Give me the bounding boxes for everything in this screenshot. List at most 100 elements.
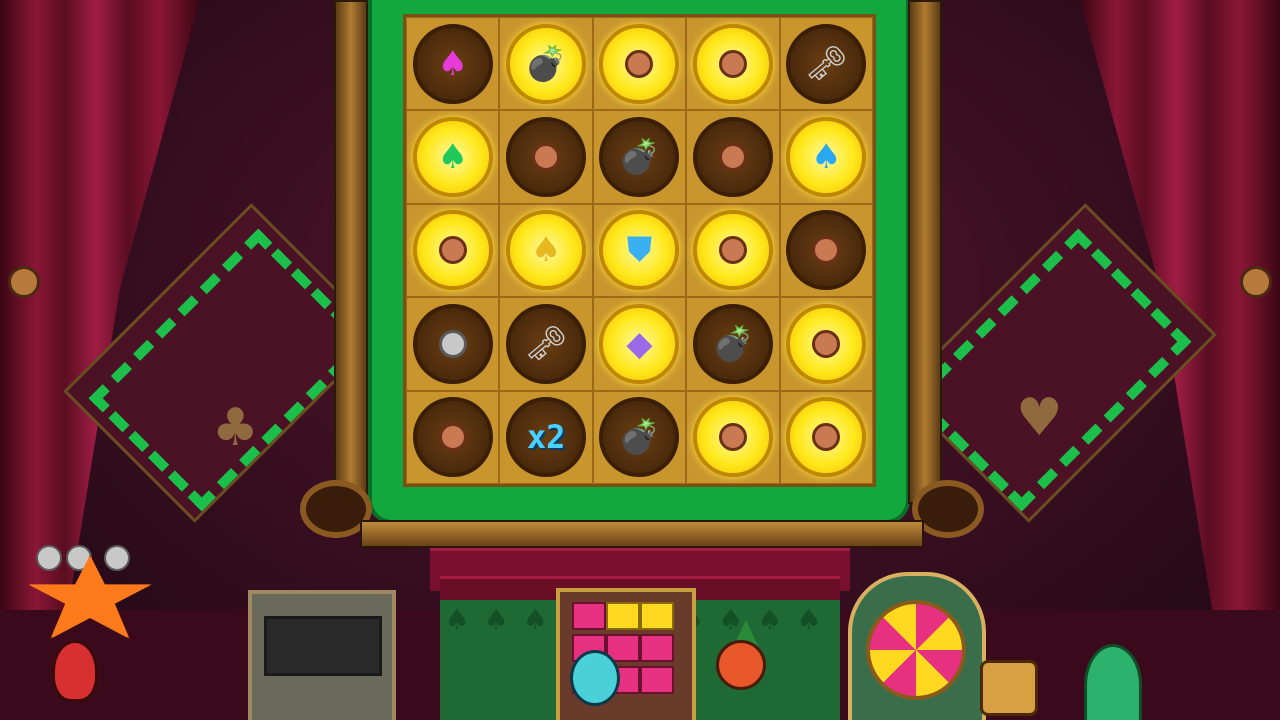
copper-coin-icon	[812, 236, 841, 265]
board-cell	[686, 390, 780, 484]
board-cell	[686, 203, 780, 298]
board-cell: 💣	[499, 17, 593, 111]
dark-coin-slot: x2	[506, 397, 587, 478]
lit-coin-slot: 💣	[506, 23, 587, 104]
copper-coin-icon	[718, 236, 747, 265]
prize-wheel	[866, 600, 966, 700]
lit-coin-slot: ♠	[506, 210, 587, 291]
pillar-left	[334, 0, 368, 504]
green-stripe-left	[88, 228, 372, 512]
copper-coin-icon	[718, 423, 747, 452]
lit-coin-slot: ♠	[412, 117, 493, 198]
grid-game-machine[interactable]	[556, 588, 696, 720]
copper-coin-icon	[438, 423, 467, 452]
copper-coin-icon	[438, 236, 467, 265]
board-cell	[406, 203, 500, 298]
curtain-tieback-right	[1240, 266, 1272, 298]
board-cell	[592, 17, 687, 111]
board-cell: 💣	[592, 110, 687, 204]
grid-machine-cell	[640, 666, 674, 694]
ghost-npc[interactable]	[1084, 644, 1142, 720]
badge-bulb-icon	[104, 545, 130, 571]
club-decor-icon: ♣	[212, 398, 259, 458]
lit-coin-slot	[692, 397, 773, 478]
dark-coin-slot: 🗝	[506, 303, 587, 384]
spade-icon: ♠	[437, 43, 468, 84]
grenade-icon: 💣	[618, 417, 661, 458]
spade-icon: ♠	[811, 137, 842, 178]
board-cell: 🗝	[499, 297, 593, 391]
copper-coin-icon	[812, 329, 841, 358]
board-cell: 💣	[686, 297, 780, 391]
crystal-icon: ◆	[626, 323, 653, 364]
grenade-icon: 💣	[711, 323, 755, 364]
grid-machine-cell	[640, 634, 674, 662]
lit-coin-slot	[786, 303, 867, 384]
dark-coin-slot: 🗝	[786, 23, 867, 104]
copper-coin-icon	[625, 49, 654, 78]
casino-stage: ♣ ♥ ♠💣🗝♠💣♠♠⛊🗝◆💣x2💣 ♠♠♠♠♠♠♠♠♠♠	[0, 0, 1280, 720]
dark-coin-slot: ♠	[412, 23, 493, 104]
lit-coin-slot	[786, 397, 867, 478]
lit-coin-slot: ◆	[599, 303, 680, 384]
board-cell	[686, 110, 780, 204]
silver-coin-icon	[438, 329, 467, 358]
player-character	[570, 650, 620, 706]
board-cell: ⛊	[592, 203, 687, 298]
dark-coin-slot: 💣	[599, 117, 680, 198]
curtain-tieback-left	[8, 266, 40, 298]
slot-board-grid: ♠ 💣 🗝 ♠ 💣 ♠ ♠ ⛊ 🗝 ◆ 💣 x2 💣	[403, 14, 876, 487]
grenade-icon: 💣	[524, 43, 568, 84]
dark-coin-slot	[692, 117, 773, 198]
board-cell: ♠	[406, 17, 500, 111]
board-base	[360, 520, 924, 548]
multiplier-label: x2	[526, 418, 566, 457]
dark-coin-slot: 💣	[599, 397, 680, 478]
pumpkin-witch-npc[interactable]	[716, 640, 766, 690]
board-cell	[779, 203, 873, 298]
spade-icon: ♠	[437, 137, 468, 178]
board-cell: ♠	[406, 110, 500, 204]
board-cell	[779, 297, 873, 391]
grenade-icon: 💣	[618, 137, 661, 178]
badge-bulb-icon	[36, 545, 62, 571]
copper-coin-icon	[718, 49, 747, 78]
grid-machine-cell	[572, 602, 606, 630]
spade-icon: ♠	[530, 230, 562, 271]
board-cell: ♠	[499, 203, 593, 298]
prize-wheel-machine[interactable]	[848, 572, 986, 720]
shield-icon: ⛊	[626, 230, 653, 271]
copper-coin-icon	[718, 143, 747, 172]
dark-coin-slot	[412, 303, 493, 384]
board-cell: x2	[499, 390, 593, 484]
dark-coin-slot: 💣	[692, 303, 773, 384]
board-cell	[499, 110, 593, 204]
board-cell: ♠	[779, 110, 873, 204]
board-cell	[686, 17, 780, 111]
grid-machine-cell	[606, 602, 640, 630]
lit-coin-slot: ♠	[786, 117, 867, 198]
grid-machine-cell	[640, 602, 674, 630]
slot-machine[interactable]	[248, 590, 396, 720]
slot-machine-screen	[264, 616, 382, 676]
copper-coin-icon	[532, 143, 561, 172]
key-icon: 🗝	[804, 43, 848, 84]
lit-coin-slot	[599, 23, 680, 104]
casino-badge	[18, 535, 158, 645]
board-cell: 💣	[592, 390, 687, 484]
masked-npc[interactable]	[52, 640, 98, 702]
board-cell	[406, 297, 500, 391]
board-cell: ◆	[592, 297, 687, 391]
gunner-npc[interactable]	[980, 660, 1038, 716]
board-cell	[779, 390, 873, 484]
heart-decor-icon: ♥	[1016, 388, 1063, 448]
lit-coin-slot	[692, 23, 773, 104]
pillar-right	[908, 0, 942, 504]
lit-coin-slot	[692, 210, 773, 291]
lit-coin-slot	[412, 210, 493, 291]
copper-coin-icon	[812, 423, 841, 452]
lit-coin-slot: ⛊	[599, 210, 680, 291]
board-cell	[406, 390, 500, 484]
dark-coin-slot	[412, 397, 493, 478]
dark-coin-slot	[506, 117, 587, 198]
